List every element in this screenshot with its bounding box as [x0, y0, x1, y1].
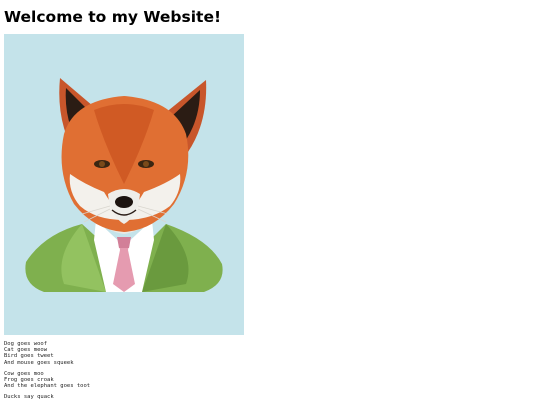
poem-line: And mouse goes squeek	[4, 359, 74, 366]
stanza-2: Cow goes moo Frog goes croak And the eleph…	[4, 371, 304, 390]
page: Welcome to my Website! Dog goes woof Cat…	[0, 0, 540, 405]
poem: Dog goes woof Cat goes meow Bird goes twee…	[4, 341, 304, 405]
fox-portrait-image	[4, 34, 244, 335]
poem-line: Ducks say quack	[4, 394, 54, 401]
page-title: Welcome to my Website!	[4, 8, 222, 26]
stanza-1: Dog goes woof Cat goes meow Bird goes twee…	[4, 341, 304, 366]
nose	[115, 196, 133, 208]
stanza-3: Ducks say quack	[4, 394, 304, 400]
poem-line: And the elephant goes toot	[4, 383, 91, 390]
